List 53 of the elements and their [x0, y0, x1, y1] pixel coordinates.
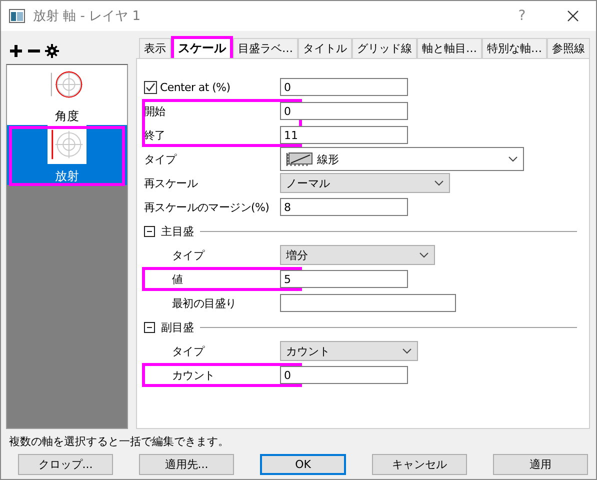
axis-icon — [47, 125, 87, 164]
help-button[interactable]: ? — [502, 8, 542, 24]
input-field[interactable]: 0 — [280, 102, 408, 120]
close-icon — [567, 10, 579, 22]
input-field[interactable]: 5 — [280, 270, 408, 288]
linear-scale-icon — [286, 151, 314, 167]
chevron-down-icon — [419, 252, 429, 258]
dialog-button[interactable]: キャンセル — [372, 454, 467, 475]
input-field[interactable]: 11 — [280, 126, 408, 144]
field-label: タイプ — [172, 344, 206, 358]
field-label: タイプ — [172, 248, 206, 262]
input-field[interactable] — [280, 294, 456, 312]
section-title: 主目盛 — [161, 224, 194, 238]
input-field[interactable]: 0 — [280, 366, 408, 384]
add-icon[interactable] — [9, 44, 23, 58]
checkbox-label: Center at (%) — [160, 80, 230, 94]
dialog-button[interactable]: 適用先... — [139, 454, 234, 475]
field-label: 再スケールのマージン(%) — [144, 200, 270, 214]
dialog-button[interactable]: 適用 — [493, 454, 588, 475]
chevron-down-icon — [434, 180, 444, 186]
tab[interactable]: 特別な軸… — [482, 38, 547, 58]
field-label: カウント — [172, 368, 216, 382]
tab[interactable]: タイトル — [298, 38, 352, 58]
tab[interactable]: 参照線 — [547, 38, 590, 58]
section-title: 副目盛 — [161, 320, 194, 334]
field-label: 再スケール — [144, 176, 199, 190]
checkbox[interactable] — [144, 80, 157, 94]
collapse-icon[interactable] — [144, 322, 155, 332]
status-text: 複数の軸を選択すると一括で編集できます。 — [8, 434, 230, 450]
tab[interactable]: グリッド線 — [352, 38, 417, 58]
field-label: タイプ — [144, 152, 178, 166]
chevron-down-icon — [402, 348, 412, 354]
settings-icon[interactable] — [45, 44, 59, 58]
input-field[interactable]: 0 — [280, 78, 408, 96]
sidebar-item[interactable]: 放射 — [7, 125, 127, 185]
dropdown[interactable]: ノーマル — [280, 173, 450, 193]
dropdown[interactable]: 増分 — [280, 245, 435, 265]
field-label: 最初の目盛り — [172, 296, 238, 310]
tab[interactable]: 軸と軸目… — [417, 38, 482, 58]
tab[interactable]: 目盛ラベ… — [233, 38, 298, 58]
app-icon — [9, 9, 25, 23]
chevron-down-icon — [508, 156, 518, 162]
dialog-button[interactable]: クロップ... — [18, 454, 113, 475]
tab[interactable]: 表示 — [139, 38, 171, 58]
dialog-button[interactable]: OK — [260, 454, 346, 475]
input-field[interactable]: 8 — [280, 198, 408, 216]
window-title: 放射 軸 - レイヤ 1 — [33, 8, 142, 25]
field-label: 値 — [172, 272, 184, 286]
sidebar-item[interactable]: 角度 — [7, 65, 127, 125]
dropdown[interactable]: 線形 — [280, 147, 524, 171]
collapse-icon[interactable] — [144, 226, 155, 236]
dropdown[interactable]: カウント — [280, 341, 418, 361]
tab[interactable]: スケール — [171, 36, 233, 58]
